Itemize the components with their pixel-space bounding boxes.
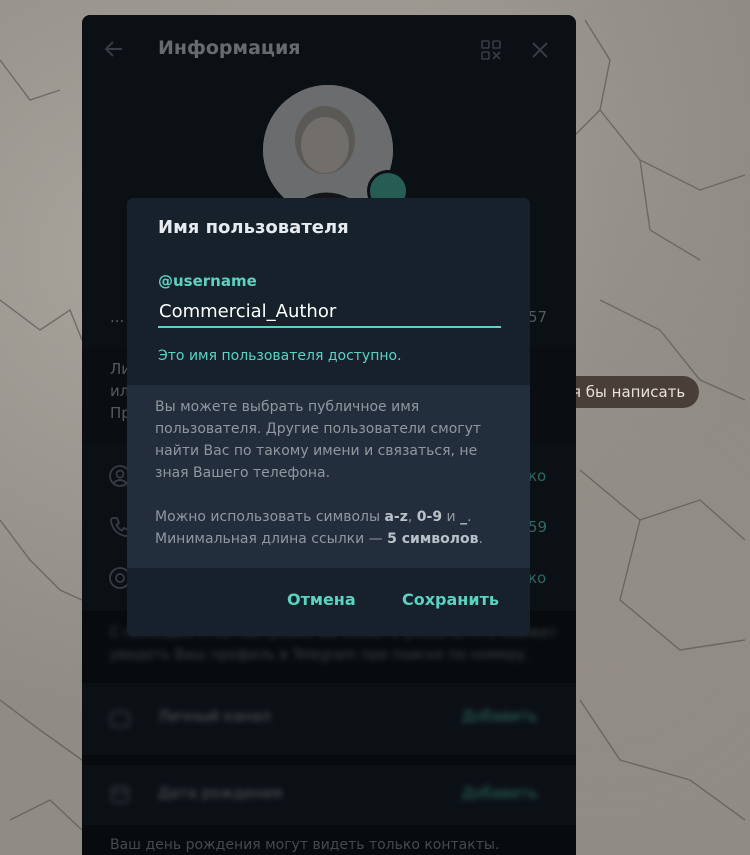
hint-paragraph: Вы можете выбрать публичное имя пользова… (155, 399, 482, 481)
username-dialog: Имя пользователя @username Это имя польз… (127, 198, 530, 636)
username-field-label: @username (158, 272, 257, 290)
chat-message-bubble: я бы написать (560, 376, 700, 408)
cancel-button[interactable]: Отмена (287, 590, 356, 609)
availability-status: Это имя пользователя доступно. (158, 348, 402, 364)
hint-section: Вы можете выбрать публичное имя пользова… (127, 385, 530, 568)
username-input[interactable] (158, 296, 501, 328)
hint-allowed-chars: Можно использовать символы a-z, 0-9 и _.… (155, 509, 483, 547)
save-button[interactable]: Сохранить (402, 590, 499, 609)
dialog-title: Имя пользователя (158, 217, 349, 238)
